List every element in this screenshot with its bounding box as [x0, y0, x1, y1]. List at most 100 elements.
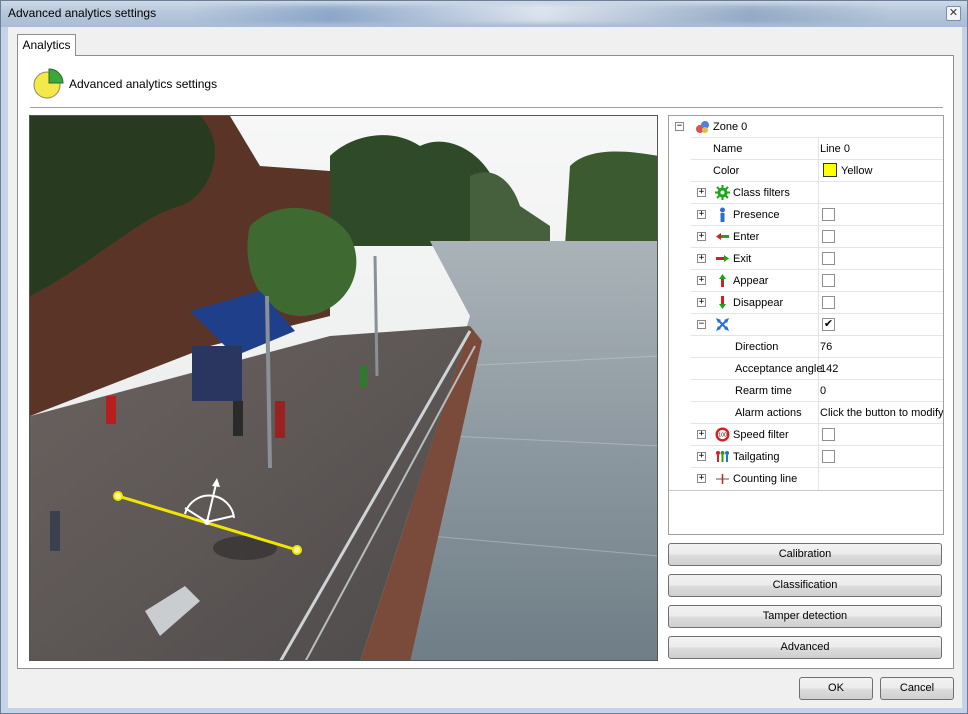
appear-checkbox[interactable] [822, 274, 835, 287]
expand-icon[interactable]: + [697, 254, 706, 263]
pie-chart-icon [33, 68, 64, 99]
rearm-time-value[interactable]: 0 [820, 385, 826, 397]
tree-row-appear[interactable]: + Appear [669, 270, 943, 292]
expand-icon[interactable]: + [697, 474, 706, 483]
direction-filter-checkbox[interactable]: ✔ [822, 318, 835, 331]
close-button[interactable]: ✕ [946, 6, 961, 21]
trees-far-right [565, 151, 657, 246]
window-title: Advanced analytics settings [8, 6, 157, 20]
tree-row-color[interactable]: Color Yellow [669, 160, 943, 182]
alarm-actions-value[interactable]: Click the button to modify [820, 407, 943, 419]
person-2 [275, 401, 285, 438]
tree-bottom-divider [669, 490, 943, 491]
header-divider [30, 107, 943, 108]
exit-arrow-icon [716, 255, 729, 262]
gear-icon [715, 185, 730, 200]
tree-row-disappear[interactable]: + Disappear [669, 292, 943, 314]
expand-icon[interactable]: + [697, 298, 706, 307]
lamp-post-2 [373, 255, 379, 377]
class-filters-label: Class filters [733, 187, 790, 199]
ok-button[interactable]: OK [799, 677, 873, 700]
dialog-window: Advanced analytics settings ✕ Analytics … [0, 0, 968, 714]
disappear-label: Disappear [733, 297, 784, 309]
expand-icon[interactable]: + [697, 430, 706, 439]
color-value[interactable]: Yellow [841, 165, 872, 177]
tree-row-direction[interactable]: Direction 76 [669, 336, 943, 358]
person-4 [360, 366, 367, 388]
speed-filter-checkbox[interactable] [822, 428, 835, 441]
collapse-icon[interactable]: − [675, 122, 684, 131]
appear-arrow-icon [719, 274, 726, 287]
collapse-icon[interactable]: − [697, 320, 706, 329]
person-1 [233, 401, 243, 436]
tailgating-checkbox[interactable] [822, 450, 835, 463]
page-title: Advanced analytics settings [69, 77, 218, 91]
properties-tree[interactable]: − Zone 0 Name Line 0 Color Yellow + Clas… [668, 115, 944, 535]
direction-value[interactable]: 76 [820, 341, 832, 353]
exit-label: Exit [733, 253, 752, 265]
tab-panel-analytics: Advanced analytics settings − Zone 0 Nam… [17, 55, 954, 669]
rearm-time-label: Rearm time [735, 385, 792, 397]
tree-row-class-filters[interactable]: + Class filters [669, 182, 943, 204]
people-group-icon [716, 451, 729, 462]
exit-checkbox[interactable] [822, 252, 835, 265]
person-3 [50, 511, 60, 551]
tree-row-tailgating[interactable]: + Tailgating [669, 446, 943, 468]
classification-button[interactable]: Classification [668, 574, 942, 597]
acceptance-angle-value[interactable]: 142 [820, 363, 838, 375]
svg-text:100: 100 [718, 433, 727, 439]
counting-line-icon [716, 474, 729, 484]
line-endpoint-end[interactable] [292, 545, 302, 555]
expand-icon[interactable]: + [697, 452, 706, 461]
red-sign [106, 396, 116, 424]
disappear-checkbox[interactable] [822, 296, 835, 309]
tailgating-label: Tailgating [733, 451, 780, 463]
tree-row-enter[interactable]: + Enter [669, 226, 943, 248]
stall [192, 346, 242, 401]
tree-row-name[interactable]: Name Line 0 [669, 138, 943, 160]
camera-view[interactable] [29, 115, 658, 661]
tree-row-acceptance-angle[interactable]: Acceptance angle 142 [669, 358, 943, 380]
enter-arrow-icon [716, 233, 729, 240]
tree-row-alarm-actions[interactable]: Alarm actions Click the button to modify [669, 402, 943, 424]
color-swatch[interactable] [823, 163, 837, 177]
direction-label: Direction [735, 341, 779, 353]
tree-row-rearm-time[interactable]: Rearm time 0 [669, 380, 943, 402]
direction-filter-label: Direction filter [733, 319, 801, 331]
tree-row-counting-line[interactable]: + Counting line [669, 468, 943, 490]
tamper-detection-button[interactable]: Tamper detection [668, 605, 942, 628]
camera-scene [30, 116, 657, 660]
tree-row-direction-filter[interactable]: − Direction filter ✔ [669, 314, 943, 336]
acceptance-angle-label: Acceptance angle [735, 363, 823, 375]
name-value[interactable]: Line 0 [820, 143, 850, 155]
direction-arrows-icon [716, 318, 729, 331]
appear-label: Appear [733, 275, 769, 287]
expand-icon[interactable]: + [697, 188, 706, 197]
tree-row-speed-filter[interactable]: + 100 Speed filter [669, 424, 943, 446]
zone-icon [696, 121, 709, 133]
tree-row-presence[interactable]: + Presence [669, 204, 943, 226]
speed-filter-label: Speed filter [733, 429, 789, 441]
color-label: Color [713, 165, 740, 177]
advanced-button[interactable]: Advanced [668, 636, 942, 659]
person-icon [720, 207, 725, 222]
dialog-client-area: Analytics Advanced analytics settings − … [8, 27, 962, 708]
cancel-button[interactable]: Cancel [880, 677, 954, 700]
expand-icon[interactable]: + [697, 210, 706, 219]
enter-label: Enter [733, 231, 760, 243]
presence-label: Presence [733, 209, 780, 221]
line-endpoint-start[interactable] [113, 491, 123, 501]
enter-checkbox[interactable] [822, 230, 835, 243]
title-bar[interactable]: Advanced analytics settings ✕ [1, 1, 967, 27]
expand-icon[interactable]: + [697, 232, 706, 241]
calibration-button[interactable]: Calibration [668, 543, 942, 566]
tree-row-exit[interactable]: + Exit [669, 248, 943, 270]
expand-icon[interactable]: + [697, 276, 706, 285]
tree-row-zone[interactable]: − Zone 0 [669, 116, 943, 138]
presence-checkbox[interactable] [822, 208, 835, 221]
alarm-actions-label: Alarm actions [735, 407, 802, 419]
counting-line-label: Counting line [733, 473, 798, 485]
name-label: Name [713, 143, 743, 155]
title-bar-glass [191, 5, 891, 23]
tab-analytics[interactable]: Analytics [17, 34, 76, 56]
